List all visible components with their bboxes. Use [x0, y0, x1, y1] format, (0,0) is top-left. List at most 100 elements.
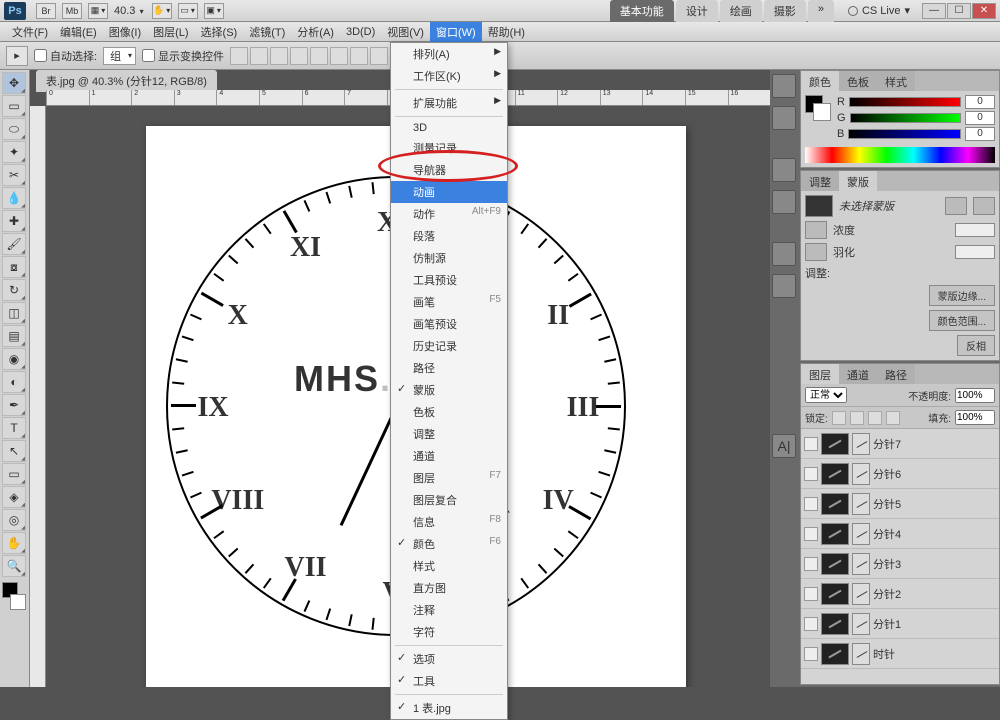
layer-thumbnail[interactable]: [821, 553, 849, 575]
ws-tab-painting[interactable]: 绘画: [720, 0, 762, 22]
blur-tool[interactable]: ◉: [2, 348, 26, 370]
menu-item[interactable]: 历史记录: [391, 335, 507, 357]
menu-analysis[interactable]: 分析(A): [291, 22, 340, 42]
menu-item[interactable]: 画笔预设: [391, 313, 507, 335]
crop-tool[interactable]: ✂: [2, 164, 26, 186]
layer-thumbnail[interactable]: [821, 523, 849, 545]
current-tool-icon[interactable]: ▸: [6, 46, 28, 66]
minibridge-icon[interactable]: Mb: [62, 3, 82, 19]
layer-mask-thumbnail[interactable]: [852, 643, 870, 665]
align-icon[interactable]: [290, 47, 308, 65]
menu-item[interactable]: 排列(A)▶: [391, 43, 507, 65]
layer-thumbnail[interactable]: [821, 433, 849, 455]
healing-tool[interactable]: ✚: [2, 210, 26, 232]
menu-3d[interactable]: 3D(D): [340, 24, 381, 40]
g-slider[interactable]: [850, 113, 961, 123]
menu-item[interactable]: 图层F7: [391, 467, 507, 489]
menu-item[interactable]: 导航器: [391, 159, 507, 181]
zoom-tool[interactable]: 🔍: [2, 555, 26, 577]
layers-list[interactable]: 分针7分针6分针5分针4分针3分针2分针1时针: [801, 429, 999, 684]
layer-row[interactable]: 分针4: [801, 519, 999, 549]
hand-tool-icon[interactable]: ✋▾: [152, 3, 172, 19]
gradient-tool[interactable]: ▤: [2, 325, 26, 347]
cslive-button[interactable]: CS Live ▾: [842, 2, 916, 19]
move-tool[interactable]: ✥: [2, 72, 26, 94]
menu-view[interactable]: 视图(V): [381, 22, 430, 42]
menu-item[interactable]: 字符: [391, 621, 507, 643]
ws-tab-photography[interactable]: 摄影: [764, 0, 806, 22]
menu-window[interactable]: 窗口(W): [430, 22, 482, 42]
dock-brush-icon[interactable]: [772, 158, 796, 182]
layer-thumbnail[interactable]: [821, 643, 849, 665]
menu-item[interactable]: 工具✓: [391, 670, 507, 692]
feather-input[interactable]: [955, 245, 995, 259]
layer-mask-thumbnail[interactable]: [852, 613, 870, 635]
menu-item[interactable]: 动画: [391, 181, 507, 203]
menu-select[interactable]: 选择(S): [195, 22, 244, 42]
layer-mask-thumbnail[interactable]: [852, 583, 870, 605]
menu-item[interactable]: 工作区(K)▶: [391, 65, 507, 87]
vector-mask-btn[interactable]: [973, 197, 995, 215]
dock-char-icon[interactable]: [772, 242, 796, 266]
tab-adjustments[interactable]: 调整: [801, 171, 839, 191]
arrange-docs-icon[interactable]: ▭▾: [178, 3, 198, 19]
g-value[interactable]: 0: [965, 111, 995, 125]
visibility-toggle[interactable]: [804, 437, 818, 451]
background-color[interactable]: [10, 594, 26, 610]
align-icon[interactable]: [350, 47, 368, 65]
layer-row[interactable]: 分针5: [801, 489, 999, 519]
marquee-tool[interactable]: ▭: [2, 95, 26, 117]
menu-filter[interactable]: 滤镜(T): [243, 22, 291, 42]
menu-help[interactable]: 帮助(H): [482, 22, 531, 42]
layer-thumbnail[interactable]: [821, 613, 849, 635]
visibility-toggle[interactable]: [804, 587, 818, 601]
align-icon[interactable]: [230, 47, 248, 65]
opacity-input[interactable]: [955, 388, 995, 403]
layer-row[interactable]: 分针3: [801, 549, 999, 579]
show-transform-check[interactable]: 显示变换控件: [142, 48, 224, 64]
menu-item[interactable]: 1 表.jpg✓: [391, 697, 507, 719]
ws-tab-more[interactable]: »: [808, 0, 834, 22]
path-select-tool[interactable]: ↖: [2, 440, 26, 462]
zoom-level[interactable]: 40.3 ▾: [114, 5, 144, 17]
ws-tab-essentials[interactable]: 基本功能: [610, 0, 674, 22]
dock-history-icon[interactable]: [772, 74, 796, 98]
menu-item[interactable]: 动作Alt+F9: [391, 203, 507, 225]
tab-swatches[interactable]: 色板: [839, 71, 877, 91]
menu-item[interactable]: 画笔F5: [391, 291, 507, 313]
mask-edge-btn[interactable]: 蒙版边缘...: [929, 285, 995, 306]
pixel-mask-btn[interactable]: [945, 197, 967, 215]
pen-tool[interactable]: ✒: [2, 394, 26, 416]
layer-thumbnail[interactable]: [821, 493, 849, 515]
shape-tool[interactable]: ▭: [2, 463, 26, 485]
brush-tool[interactable]: 🖌: [2, 233, 26, 255]
lock-position-icon[interactable]: [868, 411, 882, 425]
lasso-tool[interactable]: ⬭: [2, 118, 26, 140]
bridge-icon[interactable]: Br: [36, 3, 56, 19]
tab-layers[interactable]: 图层: [801, 364, 839, 384]
3d-tool[interactable]: ◈: [2, 486, 26, 508]
menu-item[interactable]: 选项✓: [391, 648, 507, 670]
menu-item[interactable]: 直方图: [391, 577, 507, 599]
layer-thumbnail[interactable]: [821, 463, 849, 485]
dock-actions-icon[interactable]: [772, 106, 796, 130]
menu-item[interactable]: 颜色✓F6: [391, 533, 507, 555]
visibility-toggle[interactable]: [804, 557, 818, 571]
r-value[interactable]: 0: [965, 95, 995, 109]
menu-edit[interactable]: 编辑(E): [54, 22, 103, 42]
dock-clone-icon[interactable]: [772, 190, 796, 214]
layer-row[interactable]: 分针2: [801, 579, 999, 609]
minimize-button[interactable]: —: [922, 3, 946, 19]
visibility-toggle[interactable]: [804, 527, 818, 541]
visibility-toggle[interactable]: [804, 467, 818, 481]
blend-mode-select[interactable]: 正常: [805, 387, 847, 403]
menu-item[interactable]: 图层复合: [391, 489, 507, 511]
align-icon[interactable]: [270, 47, 288, 65]
tab-paths[interactable]: 路径: [877, 364, 915, 384]
menu-item[interactable]: 调整: [391, 423, 507, 445]
menu-item[interactable]: 段落: [391, 225, 507, 247]
3d-camera-tool[interactable]: ◎: [2, 509, 26, 531]
menu-image[interactable]: 图像(I): [103, 22, 147, 42]
r-slider[interactable]: [849, 97, 961, 107]
menu-item[interactable]: 通道: [391, 445, 507, 467]
